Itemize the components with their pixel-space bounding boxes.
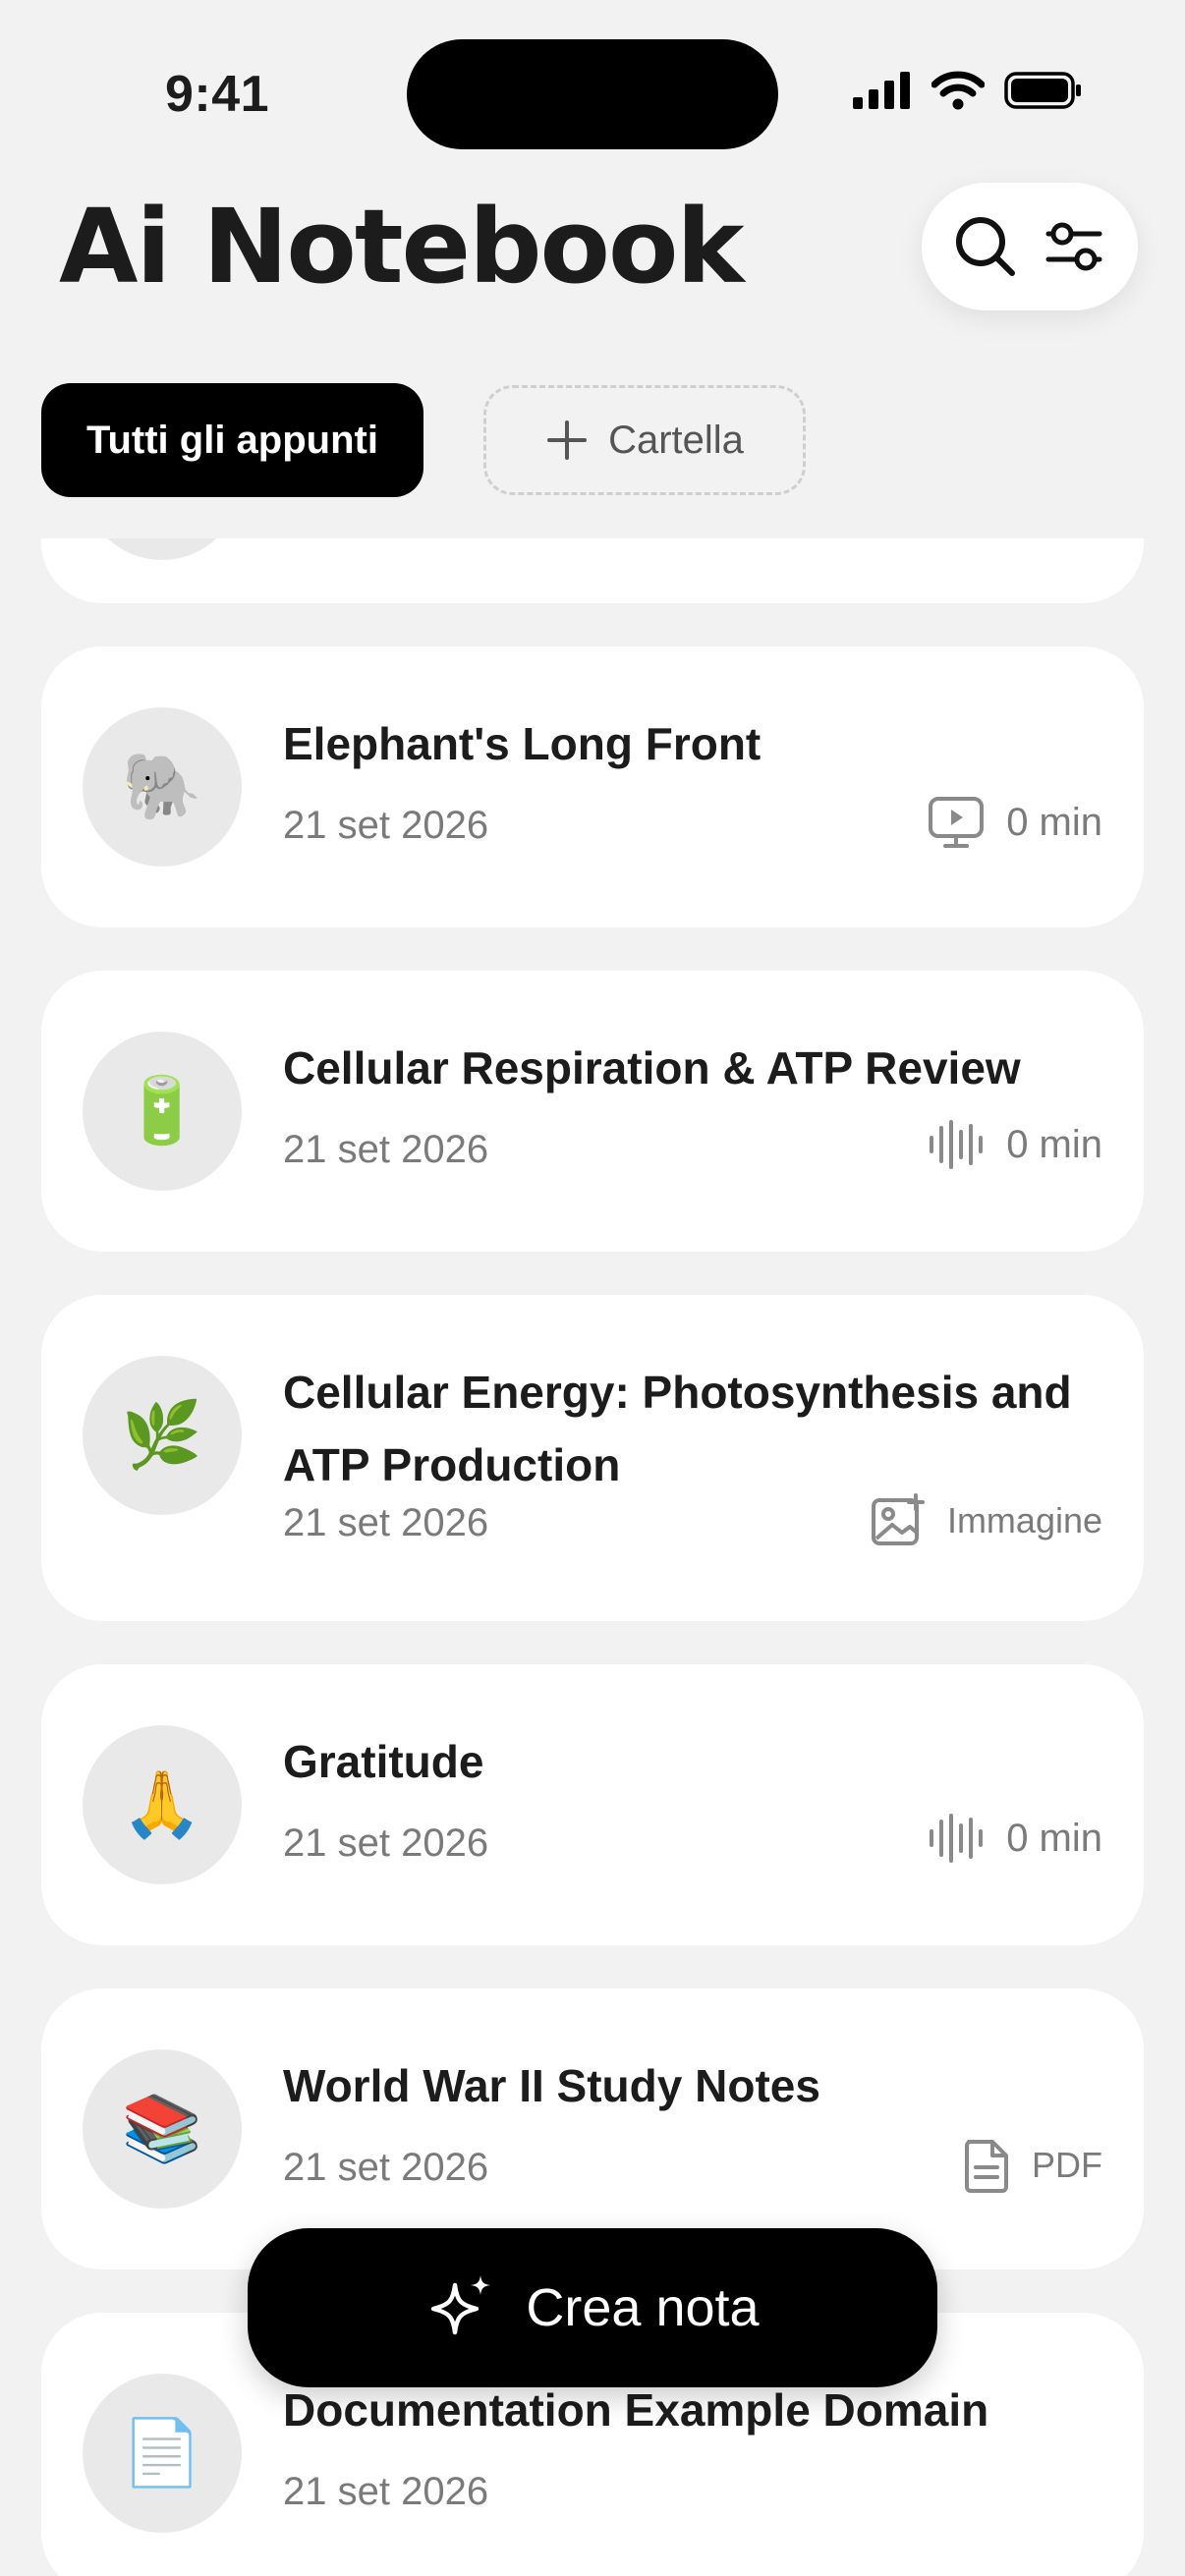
page-title: Ai Notebook [59,187,745,307]
note-meta: 0 min [928,1814,1102,1863]
note-meta: 0 min [928,796,1102,849]
note-title: Cellular Respiration & ATP Review [283,1042,1021,1093]
list-item[interactable]: 🔋 Cellular Respiration & ATP Review 21 s… [41,971,1144,1252]
sliders-icon [1045,222,1102,271]
search-icon [956,217,1015,276]
note-date: 21 set 2026 [283,1128,489,1171]
waveform-icon [930,1120,984,1169]
note-date: 21 set 2026 [283,1821,489,1865]
waveform-icon [930,1814,984,1863]
header-actions [922,183,1138,310]
document-icon [965,2140,1008,2193]
list-item[interactable]: 🌿 Cellular Energy: Photosynthesis and AT… [41,1295,1144,1621]
wifi-icon [931,71,985,110]
list-item[interactable]: 🙏 Gratitude 21 set 2026 0 min [41,1664,1144,1945]
note-duration: 0 min [1006,1816,1102,1860]
status-icons [853,71,1083,110]
note-date: 21 set 2026 [283,2470,489,2513]
status-time: 9:41 [165,66,270,123]
plus-icon [547,420,588,460]
note-emoji-avatar: 📄 [83,2374,242,2533]
note-emoji-avatar: 🌿 [83,1356,242,1515]
video-icon [929,797,985,848]
note-date: 21 set 2026 [283,1501,489,1544]
note-title: Cellular Energy: Photosynthesis and ATP … [283,1367,1072,1490]
note-title: World War II Study Notes [283,2060,820,2111]
note-meta: 0 min [928,1120,1102,1169]
screen: 9:41 Ai Notebook Tutti gli appunti Carte… [0,0,1185,2576]
note-type: Immagine [946,1500,1102,1540]
create-note-label: Crea nota [526,2278,760,2337]
dynamic-island [407,39,778,149]
note-title: Elephant's Long Front [283,718,762,769]
image-icon [871,1493,925,1545]
add-folder-label: Cartella [608,418,744,462]
note-meta: Immagine [871,1493,1102,1548]
add-folder-button[interactable]: Cartella [483,385,806,495]
note-emoji-avatar [83,538,242,560]
note-date: 21 set 2026 [283,2146,489,2189]
note-emoji-avatar: 📚 [83,2049,242,2209]
signal-icon [853,72,910,109]
sparkles-icon [431,2275,491,2335]
list-item[interactable] [41,538,1144,603]
note-emoji-avatar: 🐘 [83,707,242,867]
note-date: 21 set 2026 [283,804,489,847]
note-type: PDF [1032,2145,1102,2185]
search-button[interactable] [950,211,1021,282]
note-emoji-avatar: 🔋 [83,1032,242,1191]
filter-button[interactable] [1039,211,1109,282]
folder-chip-all[interactable]: Tutti gli appunti [41,383,423,497]
list-item[interactable]: 🐘 Elephant's Long Front 21 set 2026 0 mi… [41,646,1144,927]
note-meta: PDF [963,2138,1102,2193]
note-duration: 0 min [1006,800,1102,844]
note-duration: 0 min [1006,1122,1102,1166]
create-note-button[interactable]: Crea nota [248,2228,937,2387]
note-title: Gratitude [283,1736,484,1787]
note-emoji-avatar: 🙏 [83,1725,242,1884]
battery-icon [1004,72,1081,109]
